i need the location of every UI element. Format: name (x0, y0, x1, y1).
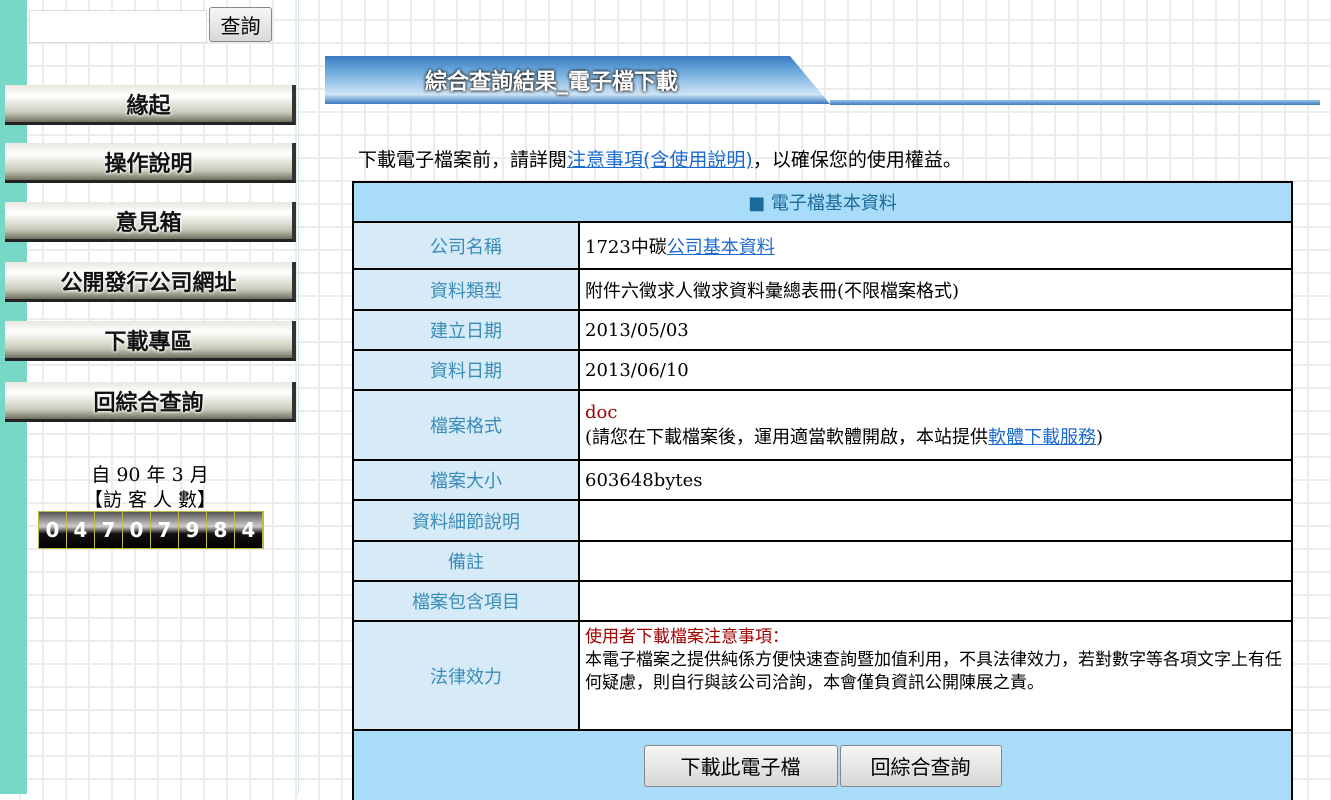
nav-feedback[interactable]: 意見箱 (5, 202, 296, 242)
counter-digit: 0 (39, 512, 67, 548)
visitor-label: 【訪 客 人 數】 (83, 489, 217, 511)
counter-digit: 0 (123, 512, 151, 548)
items-label: 檔案包含項目 (352, 580, 580, 622)
date-label: 資料日期 (352, 349, 580, 391)
type-label: 資料類型 (352, 268, 580, 311)
counter-digit: 7 (95, 512, 123, 548)
company-value: 1723中碳 (585, 236, 667, 258)
format-cell: doc (請您在下載檔案後，運用適當軟體開啟，本站提供軟體下載服務) (578, 389, 1293, 461)
size-label: 檔案大小 (352, 459, 580, 501)
page-title: 綜合查詢結果_電子檔下載 (425, 70, 679, 95)
intro-before: 下載電子檔案前，請詳閱 (358, 149, 568, 171)
company-label: 公司名稱 (352, 221, 580, 270)
table-header: ■ 電子檔基本資料 (352, 181, 1293, 223)
nav-back-to-search[interactable]: 回綜合查詢 (5, 382, 296, 422)
intro-after: ，以確保您的使用權益。 (752, 149, 962, 171)
file-info-table: ■ 電子檔基本資料 公司名稱 1723中碳公司基本資料 資料類型 附件六徵求人徵求資… (352, 181, 1293, 800)
legal-title: 使用者下載檔案注意事項： (585, 627, 789, 647)
action-row: 下載此電子檔 回綜合查詢 (352, 729, 1293, 800)
nav-download-area[interactable]: 下載專區 (5, 321, 296, 361)
counter-since: 自 90 年 3 月 (91, 464, 209, 486)
visitor-counter: 0 4 7 0 7 9 8 4 (38, 511, 264, 549)
counter-digit: 7 (151, 512, 179, 548)
intro-text: 下載電子檔案前，請詳閱注意事項(含使用說明)，以確保您的使用權益。 (358, 145, 962, 172)
back-to-search-button[interactable]: 回綜合查詢 (839, 744, 1002, 787)
company-cell: 1723中碳公司基本資料 (578, 221, 1293, 270)
created-label: 建立日期 (352, 309, 580, 351)
date-value: 2013/06/10 (578, 349, 1293, 391)
counter-digit: 9 (179, 512, 207, 548)
nav-company-urls[interactable]: 公開發行公司網址 (5, 262, 296, 302)
size-value: 603648bytes (578, 459, 1293, 501)
sidebar-divider (298, 0, 299, 794)
counter-digit: 4 (67, 512, 95, 548)
detail-label: 資料細節說明 (352, 499, 580, 542)
page-banner: 綜合查詢結果_電子檔下載 (325, 56, 1325, 108)
format-label: 檔案格式 (352, 389, 580, 461)
download-file-button[interactable]: 下載此電子檔 (643, 744, 838, 787)
created-value: 2013/05/03 (578, 309, 1293, 351)
counter-digit: 4 (235, 512, 263, 548)
legal-label: 法律效力 (352, 620, 580, 731)
items-value (578, 580, 1293, 622)
type-value: 附件六徵求人徵求資料彙總表冊(不限檔案格式) (578, 268, 1293, 311)
banner-line (830, 100, 1320, 105)
format-value: doc (585, 401, 618, 423)
format-note-end: ) (1096, 426, 1104, 448)
format-note: (請您在下載檔案後，運用適當軟體開啟，本站提供 (585, 426, 989, 448)
counter-digit: 8 (207, 512, 235, 548)
company-info-link[interactable]: 公司基本資料 (667, 237, 775, 258)
notice-link[interactable]: 注意事項(含使用說明) (567, 149, 753, 171)
legal-cell: 使用者下載檔案注意事項： 本電子檔案之提供純係方便快速查詢暨加值利用，不具法律效力… (578, 620, 1293, 731)
detail-value (578, 499, 1293, 542)
search-button[interactable]: 查詢 (209, 7, 272, 42)
remark-value (578, 540, 1293, 582)
nav-instructions[interactable]: 操作說明 (5, 143, 296, 183)
nav-origin[interactable]: 緣起 (5, 85, 296, 125)
search-input[interactable] (29, 10, 207, 43)
remark-label: 備註 (352, 540, 580, 582)
software-download-link[interactable]: 軟體下載服務 (988, 427, 1096, 448)
legal-text: 本電子檔案之提供純係方便快速查詢暨加值利用，不具法律效力，若對數字等各項文字上有… (585, 650, 1282, 693)
